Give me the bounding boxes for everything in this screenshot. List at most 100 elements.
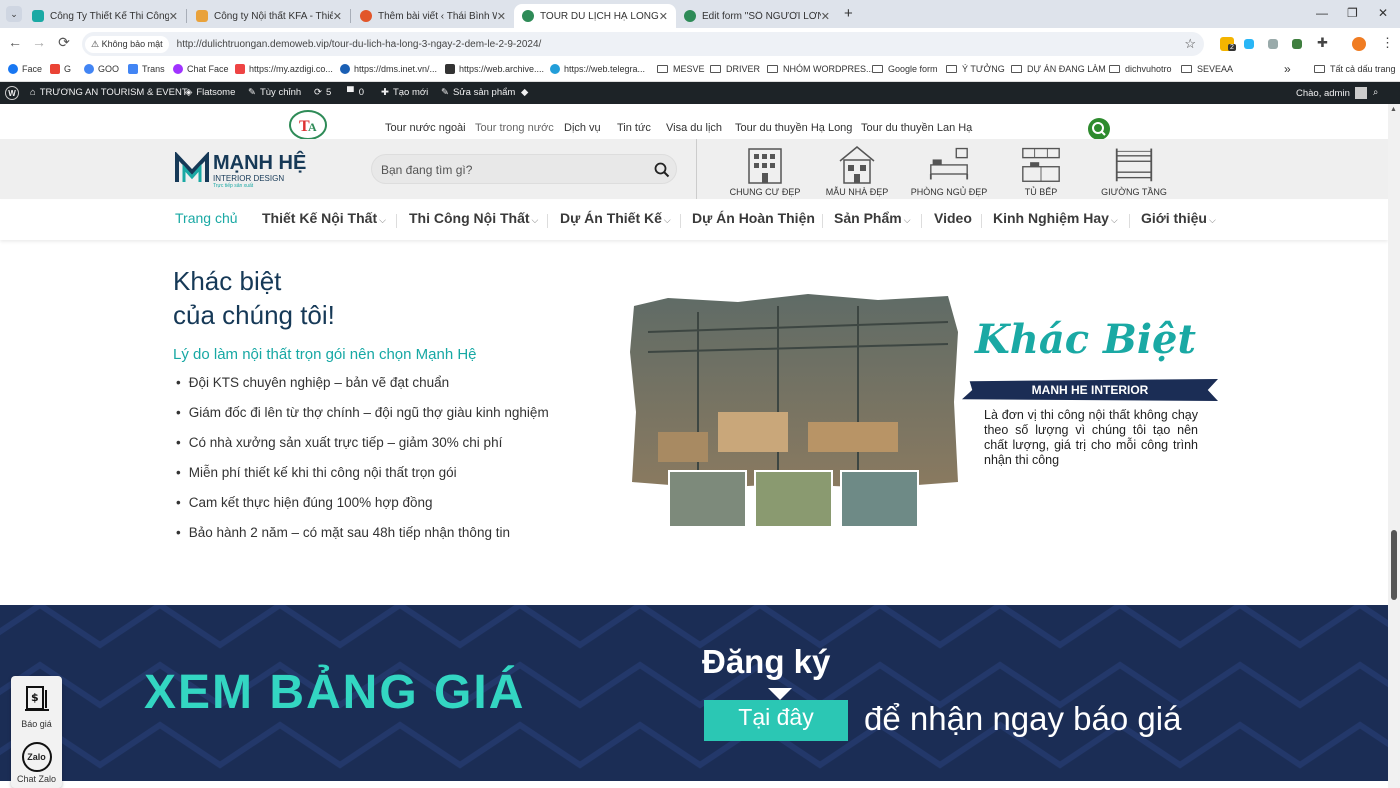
bookmark-folder[interactable]: MESVE <box>657 64 705 74</box>
menu-kebab-icon[interactable]: ⋮ <box>1381 35 1394 51</box>
menu-item-thiet-ke[interactable]: Thiết Kế Nội Thất ⌵ <box>262 210 386 226</box>
bookmark-folder[interactable]: SEVEAA <box>1181 64 1233 74</box>
nav-link[interactable]: Tour trong nước <box>475 122 554 134</box>
admin-search-icon[interactable]: ⌕ <box>1373 87 1378 98</box>
bookmark-folder[interactable]: DỰ ÁN ĐANG LÀM <box>1011 64 1106 74</box>
site-favicon-icon <box>32 10 44 22</box>
nav-link[interactable]: Tin tức <box>617 122 651 134</box>
bookmark-item[interactable]: Face <box>8 64 42 74</box>
close-tab-icon[interactable]: ✕ <box>821 10 830 23</box>
search-icon[interactable] <box>654 162 670 178</box>
extensions-puzzle-icon[interactable]: ✚ <box>1317 35 1328 51</box>
nav-link[interactable]: Tour du thuyền Lan Hạ <box>861 122 972 134</box>
zalo-chat-button[interactable]: Zalo Chat Zalo <box>11 742 62 784</box>
tab-search-button[interactable]: ⌄ <box>6 6 22 22</box>
profile-avatar[interactable] <box>1352 37 1366 51</box>
minimize-icon[interactable]: — <box>1316 6 1328 20</box>
menu-item-gioi-thieu[interactable]: Giới thiệu ⌵ <box>1141 210 1216 226</box>
bookmark-folder[interactable]: dichvuhotro <box>1109 64 1172 74</box>
browser-tab[interactable]: Công ty Nội thất KFA - Thiết kế✕ <box>188 4 350 28</box>
close-tab-icon[interactable]: ✕ <box>659 10 668 23</box>
maximize-icon[interactable]: ❐ <box>1347 6 1358 20</box>
category-giuong-tang[interactable]: GIƯỜNG TẦNG <box>1084 143 1184 197</box>
browser-tab[interactable]: Thêm bài viết ‹ Thái Bình Web✕ <box>352 4 514 28</box>
address-bar[interactable]: ⚠ Không bảo mật http://dulichtruongan.de… <box>82 32 1204 56</box>
nav-link[interactable]: Tour du thuyền Hạ Long <box>735 122 852 134</box>
browser-tab[interactable]: Edit form "SỐ NGƯỜI LỚN TRÊ✕ <box>676 4 838 28</box>
bookmark-item[interactable]: Trans <box>128 64 165 74</box>
admin-edit-link[interactable]: ✎ Sửa sản phẩm <box>441 87 515 98</box>
folder-icon <box>946 65 957 73</box>
menu-item-kinh-nghiem[interactable]: Kinh Nghiệm Hay ⌵ <box>993 210 1118 226</box>
close-window-icon[interactable]: ✕ <box>1378 6 1388 20</box>
scrollbar-thumb[interactable] <box>1391 530 1397 600</box>
wordpress-logo-icon[interactable]: W <box>5 86 19 100</box>
list-item: Có nhà xưởng sản xuất trực tiếp – giảm 3… <box>176 435 503 450</box>
site-favicon-icon <box>360 10 372 22</box>
admin-customize-link[interactable]: ✎ Tùy chỉnh <box>248 87 301 98</box>
bookmark-folder[interactable]: Ý TƯỞNG <box>946 64 1005 74</box>
chevron-down-icon: ⌵ <box>1208 215 1216 225</box>
extension-icon[interactable] <box>1292 39 1302 49</box>
bookmark-item[interactable]: https://my.azdigi.co... <box>235 64 333 74</box>
category-chung-cu[interactable]: CHUNG CƯ ĐẸP <box>715 143 815 197</box>
scroll-up-arrow-icon[interactable]: ▲ <box>1390 106 1397 113</box>
extension-icon[interactable] <box>1244 39 1254 49</box>
category-phong-ngu[interactable]: PHÒNG NGỦ ĐẸP <box>899 143 999 197</box>
browser-tab[interactable]: Công Ty Thiết Kế Thi Công Nội✕ <box>24 4 186 28</box>
bookmarks-overflow-button[interactable]: » <box>1284 62 1291 76</box>
category-tu-bep[interactable]: TỦ BẾP <box>991 143 1091 197</box>
category-mau-nha[interactable]: MẪU NHÀ ĐẸP <box>807 143 907 197</box>
site-search-input[interactable]: Bạn đang tìm gì? <box>371 154 677 184</box>
admin-account[interactable]: Chào, admin <box>1296 87 1367 99</box>
close-tab-icon[interactable]: ✕ <box>333 10 342 23</box>
price-banner: XEM BẢNG GIÁ Đăng ký Tại đây để nhận nga… <box>0 605 1388 781</box>
bookmark-folder[interactable]: Google form <box>872 64 938 74</box>
close-tab-icon[interactable]: ✕ <box>169 10 178 23</box>
nav-link[interactable]: Tour nước ngoài <box>385 122 466 134</box>
all-bookmarks-folder[interactable]: Tất cả dấu trang <box>1314 64 1396 74</box>
register-here-button[interactable]: Tại đây <box>704 688 848 741</box>
admin-diamond-icon[interactable]: ◆ <box>521 87 528 98</box>
menu-item-trang-chu[interactable]: Trang chủ <box>175 210 238 226</box>
bookmark-item[interactable]: G <box>50 64 71 74</box>
nav-link[interactable]: Visa du lịch <box>666 122 722 134</box>
url-text[interactable]: http://dulichtruongan.demoweb.vip/tour-d… <box>177 39 542 50</box>
page-scrollbar[interactable] <box>1388 104 1400 788</box>
folder-icon <box>1109 65 1120 73</box>
overlay-search-button[interactable] <box>1088 118 1110 140</box>
workshop-thumbnail <box>754 470 833 528</box>
bookmark-item[interactable]: Chat Face <box>173 64 229 74</box>
back-arrow-icon[interactable]: ← <box>5 34 25 50</box>
forward-arrow-icon[interactable]: → <box>29 34 49 50</box>
nav-link[interactable]: Dịch vụ <box>564 122 601 134</box>
admin-updates-link[interactable]: ⟳ 5 <box>314 87 331 98</box>
facebook-icon <box>8 64 18 74</box>
close-tab-icon[interactable]: ✕ <box>497 10 506 23</box>
quote-button[interactable]: $ Báo giá <box>11 684 62 729</box>
menu-item-du-an-hoan-thien[interactable]: Dự Án Hoàn Thiện <box>692 210 815 226</box>
reload-icon[interactable]: ⟳ <box>54 34 74 51</box>
admin-site-name[interactable]: ⌂ TRƯƠNG AN TOURISM & EVENT <box>30 87 188 98</box>
bookmark-item[interactable]: https://web.archive.... <box>445 64 544 74</box>
chevron-down-icon: ⌵ <box>379 215 386 225</box>
admin-new-link[interactable]: ✚ Tạo mới <box>381 87 428 98</box>
bookmark-item[interactable]: https://dms.inet.vn/... <box>340 64 437 74</box>
bookmark-star-icon[interactable]: ☆ <box>1184 36 1196 52</box>
extension-icon[interactable] <box>1268 39 1278 49</box>
menu-item-thi-cong[interactable]: Thi Công Nội Thất ⌵ <box>409 210 538 226</box>
admin-theme-link[interactable]: ◈ Flatsome <box>185 87 235 98</box>
bookmark-folder[interactable]: NHÓM WORDPRES... <box>767 64 874 74</box>
admin-comments-link[interactable]: ▀ 0 <box>347 87 364 98</box>
menu-item-video[interactable]: Video <box>934 210 972 226</box>
new-tab-button[interactable]: + <box>844 5 853 22</box>
bookmark-folder[interactable]: DRIVER <box>710 64 760 74</box>
manh-he-logo[interactable]: MẠNH HỆ INTERIOR DESIGN Trực tiếp sản xu… <box>175 152 306 189</box>
menu-item-san-pham[interactable]: Sản Phẩm ⌵ <box>834 210 911 226</box>
bookmark-item[interactable]: https://web.telegra... <box>550 64 645 74</box>
menu-item-du-an-thiet-ke[interactable]: Dự Án Thiết Kế ⌵ <box>560 210 671 226</box>
bookmark-item[interactable]: GOO <box>84 64 119 74</box>
security-indicator[interactable]: ⚠ Không bảo mật <box>85 35 169 53</box>
browser-tab-active[interactable]: TOUR DU LỊCH HẠ LONG 3 ngày✕ <box>514 4 676 28</box>
truong-an-logo[interactable]: TA <box>288 108 328 140</box>
